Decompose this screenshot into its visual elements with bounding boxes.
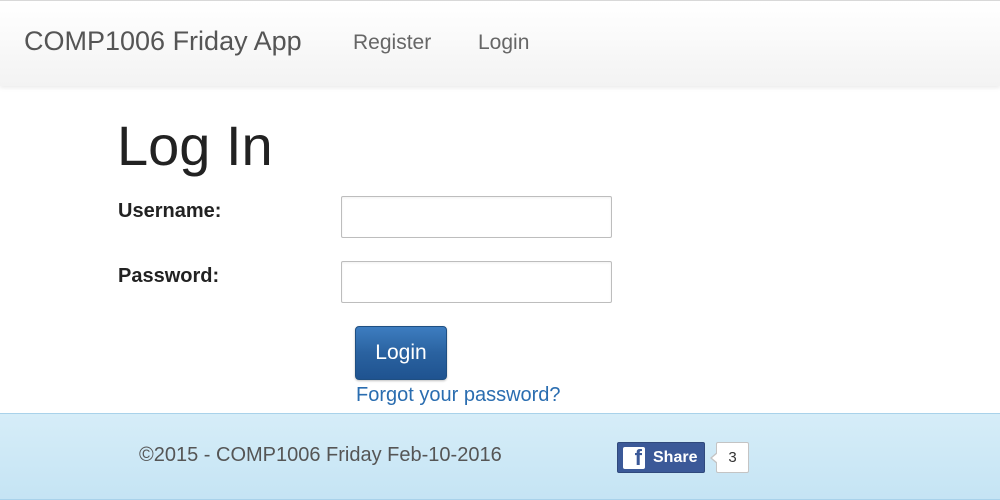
password-label: Password: <box>118 265 220 287</box>
password-input[interactable] <box>341 261 612 303</box>
footer: ©2015 - COMP1006 Friday Feb-10-2016 f Sh… <box>0 413 1000 500</box>
forgot-password-link[interactable]: Forgot your password? <box>356 384 561 407</box>
page: COMP1006 Friday App Register Login Log I… <box>0 0 1000 500</box>
page-title: Log In <box>117 114 273 177</box>
share-label: Share <box>653 448 698 466</box>
username-input[interactable] <box>341 196 612 238</box>
brand-link[interactable]: COMP1006 Friday App <box>24 26 302 57</box>
facebook-icon: f <box>623 446 645 469</box>
share-count: 3 <box>710 442 749 473</box>
username-label: Username: <box>118 200 222 222</box>
nav-register-link[interactable]: Register <box>353 31 431 55</box>
login-button[interactable]: Login <box>355 326 447 380</box>
nav-login-link[interactable]: Login <box>478 31 529 55</box>
footer-copyright: ©2015 - COMP1006 Friday Feb-10-2016 <box>139 444 502 466</box>
navbar: COMP1006 Friday App Register Login <box>0 0 1000 86</box>
facebook-share-button[interactable]: f Share <box>617 442 705 473</box>
